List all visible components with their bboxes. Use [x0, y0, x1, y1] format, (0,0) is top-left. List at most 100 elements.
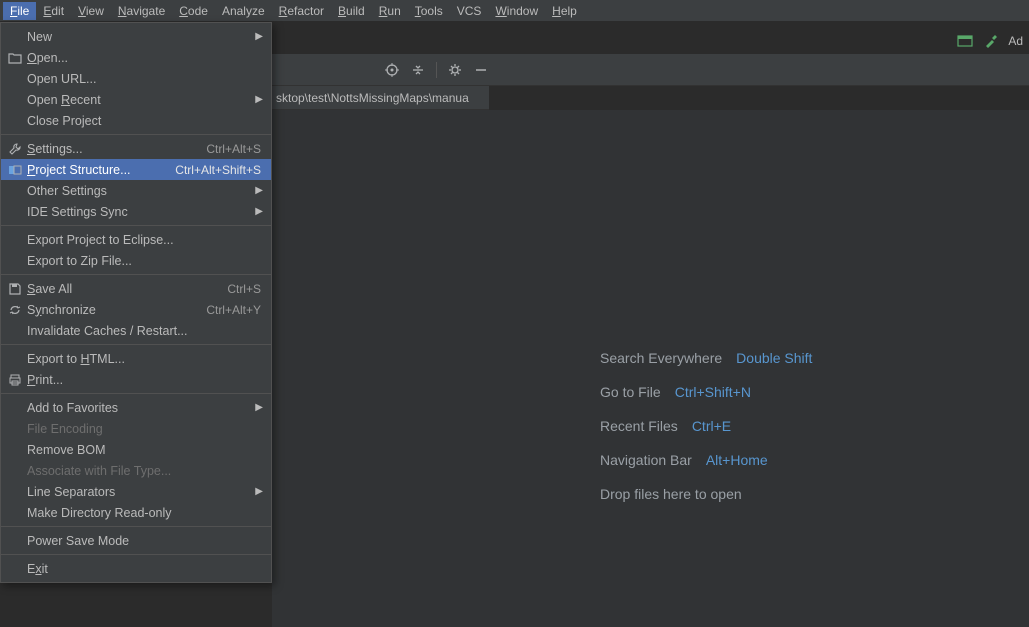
file-menu-exit[interactable]: Exit	[1, 558, 271, 579]
file-menu-invalidate-caches-restart[interactable]: Invalidate Caches / Restart...	[1, 320, 271, 341]
file-menu-open-url[interactable]: Open URL...	[1, 68, 271, 89]
titlebar-controls: Ad	[956, 28, 1029, 54]
file-menu-open[interactable]: Open...	[1, 47, 271, 68]
welcome-panel: Search Everywhere Double Shift Go to FileC…	[600, 350, 812, 520]
submenu-arrow-icon: ▶	[255, 206, 263, 217]
file-menu-dropdown: New▶Open...Open URL...Open Recent▶Close …	[0, 22, 272, 583]
menu-navigate[interactable]: Navigate	[111, 2, 172, 20]
menu-separator	[1, 134, 271, 135]
welcome-row: Search Everywhere Double Shift	[600, 350, 812, 366]
add-config-text[interactable]: Ad	[1008, 34, 1023, 48]
welcome-label: Search Everywhere	[600, 350, 722, 366]
menu-separator	[1, 344, 271, 345]
menu-analyze[interactable]: Analyze	[215, 2, 272, 20]
file-menu-project-structure[interactable]: Project Structure... Ctrl+Alt+Shift+S	[1, 159, 271, 180]
file-menu-export-to-zip-file[interactable]: Export to Zip File...	[1, 250, 271, 271]
file-menu-save-all[interactable]: Save All Ctrl+S	[1, 278, 271, 299]
welcome-label: Navigation Bar	[600, 452, 692, 468]
menu-item-label: Close Project	[27, 114, 261, 128]
file-menu-open-recent[interactable]: Open Recent▶	[1, 89, 271, 110]
menu-item-label: Other Settings	[27, 184, 261, 198]
menu-refactor[interactable]: Refactor	[272, 2, 331, 20]
menu-window[interactable]: Window	[488, 2, 545, 20]
folder-icon	[7, 50, 23, 66]
save-icon	[7, 281, 23, 297]
file-menu-line-separators[interactable]: Line Separators▶	[1, 481, 271, 502]
nav-icons	[384, 62, 489, 78]
menu-item-label: Remove BOM	[27, 443, 261, 457]
welcome-row: Go to FileCtrl+Shift+N	[600, 384, 812, 400]
gear-icon[interactable]	[447, 62, 463, 78]
file-menu-remove-bom[interactable]: Remove BOM	[1, 439, 271, 460]
menu-item-label: Associate with File Type...	[27, 464, 261, 478]
divider-icon	[436, 62, 437, 78]
menu-item-label: Save All	[27, 282, 219, 296]
menu-file[interactable]: File	[3, 2, 36, 20]
wrench-icon	[7, 141, 23, 157]
file-menu-synchronize[interactable]: SynchronizeCtrl+Alt+Y	[1, 299, 271, 320]
collapse-icon[interactable]	[410, 62, 426, 78]
file-menu-file-encoding: File Encoding	[1, 418, 271, 439]
welcome-row: Recent Files Ctrl+E	[600, 418, 812, 434]
window-icon[interactable]	[956, 32, 974, 50]
file-menu-power-save-mode[interactable]: Power Save Mode	[1, 530, 271, 551]
menu-item-label: New	[27, 30, 261, 44]
file-menu-print[interactable]: Print...	[1, 369, 271, 390]
menu-item-label: Project Structure...	[27, 163, 167, 177]
menu-item-label: Open Recent	[27, 93, 261, 107]
file-menu-associate-with-file-type: Associate with File Type...	[1, 460, 271, 481]
file-menu-export-project-to-eclipse[interactable]: Export Project to Eclipse...	[1, 229, 271, 250]
structure-icon	[7, 162, 23, 178]
file-menu-close-project[interactable]: Close Project	[1, 110, 271, 131]
menu-shortcut: Ctrl+Alt+Shift+S	[175, 163, 261, 177]
file-menu-settings[interactable]: Settings... Ctrl+Alt+S	[1, 138, 271, 159]
menu-item-label: Open...	[27, 51, 261, 65]
submenu-arrow-icon: ▶	[255, 486, 263, 497]
menu-separator	[1, 393, 271, 394]
menu-tools[interactable]: Tools	[408, 2, 450, 20]
welcome-hint: Drop files here to open	[600, 486, 742, 502]
menu-item-label: IDE Settings Sync	[27, 205, 261, 219]
menu-item-label: Export to HTML...	[27, 352, 261, 366]
menu-edit[interactable]: Edit	[36, 2, 71, 20]
file-menu-make-directory-read-only[interactable]: Make Directory Read-only	[1, 502, 271, 523]
file-menu-other-settings[interactable]: Other Settings▶	[1, 180, 271, 201]
welcome-shortcut: Alt+Home	[706, 452, 768, 468]
menu-help[interactable]: Help	[545, 2, 584, 20]
nav-strip	[272, 54, 1029, 86]
menu-run[interactable]: Run	[372, 2, 408, 20]
menu-shortcut: Ctrl+Alt+Y	[206, 303, 261, 317]
welcome-shortcut: Double Shift	[736, 350, 812, 366]
menu-item-label: Line Separators	[27, 485, 261, 499]
welcome-shortcut: Ctrl+E	[692, 418, 731, 434]
menu-separator	[1, 274, 271, 275]
menu-item-label: Print...	[27, 373, 261, 387]
file-menu-new[interactable]: New▶	[1, 26, 271, 47]
submenu-arrow-icon: ▶	[255, 31, 263, 42]
file-menu-add-to-favorites[interactable]: Add to Favorites▶	[1, 397, 271, 418]
menu-item-label: Add to Favorites	[27, 401, 261, 415]
minimize-icon[interactable]	[473, 62, 489, 78]
menu-build[interactable]: Build	[331, 2, 372, 20]
menu-item-label: Power Save Mode	[27, 534, 261, 548]
menu-separator	[1, 526, 271, 527]
sync-icon	[7, 302, 23, 318]
file-menu-export-to-html[interactable]: Export to HTML...	[1, 348, 271, 369]
breadcrumb[interactable]: sktop\test\NottsMissingMaps\manua	[272, 86, 489, 110]
menu-vcs[interactable]: VCS	[450, 2, 489, 20]
menu-code[interactable]: Code	[172, 2, 215, 20]
hammer-icon[interactable]	[982, 32, 1000, 50]
menubar: FileEditViewNavigateCodeAnalyzeRefactorB…	[0, 0, 1029, 22]
menu-separator	[1, 554, 271, 555]
menu-item-label: Settings...	[27, 142, 198, 156]
menu-separator	[1, 225, 271, 226]
target-icon[interactable]	[384, 62, 400, 78]
file-menu-ide-settings-sync[interactable]: IDE Settings Sync▶	[1, 201, 271, 222]
menu-shortcut: Ctrl+S	[227, 282, 261, 296]
menu-view[interactable]: View	[71, 2, 111, 20]
menu-item-label: Invalidate Caches / Restart...	[27, 324, 261, 338]
print-icon	[7, 372, 23, 388]
submenu-arrow-icon: ▶	[255, 94, 263, 105]
menu-shortcut: Ctrl+Alt+S	[206, 142, 261, 156]
welcome-label: Recent Files	[600, 418, 678, 434]
